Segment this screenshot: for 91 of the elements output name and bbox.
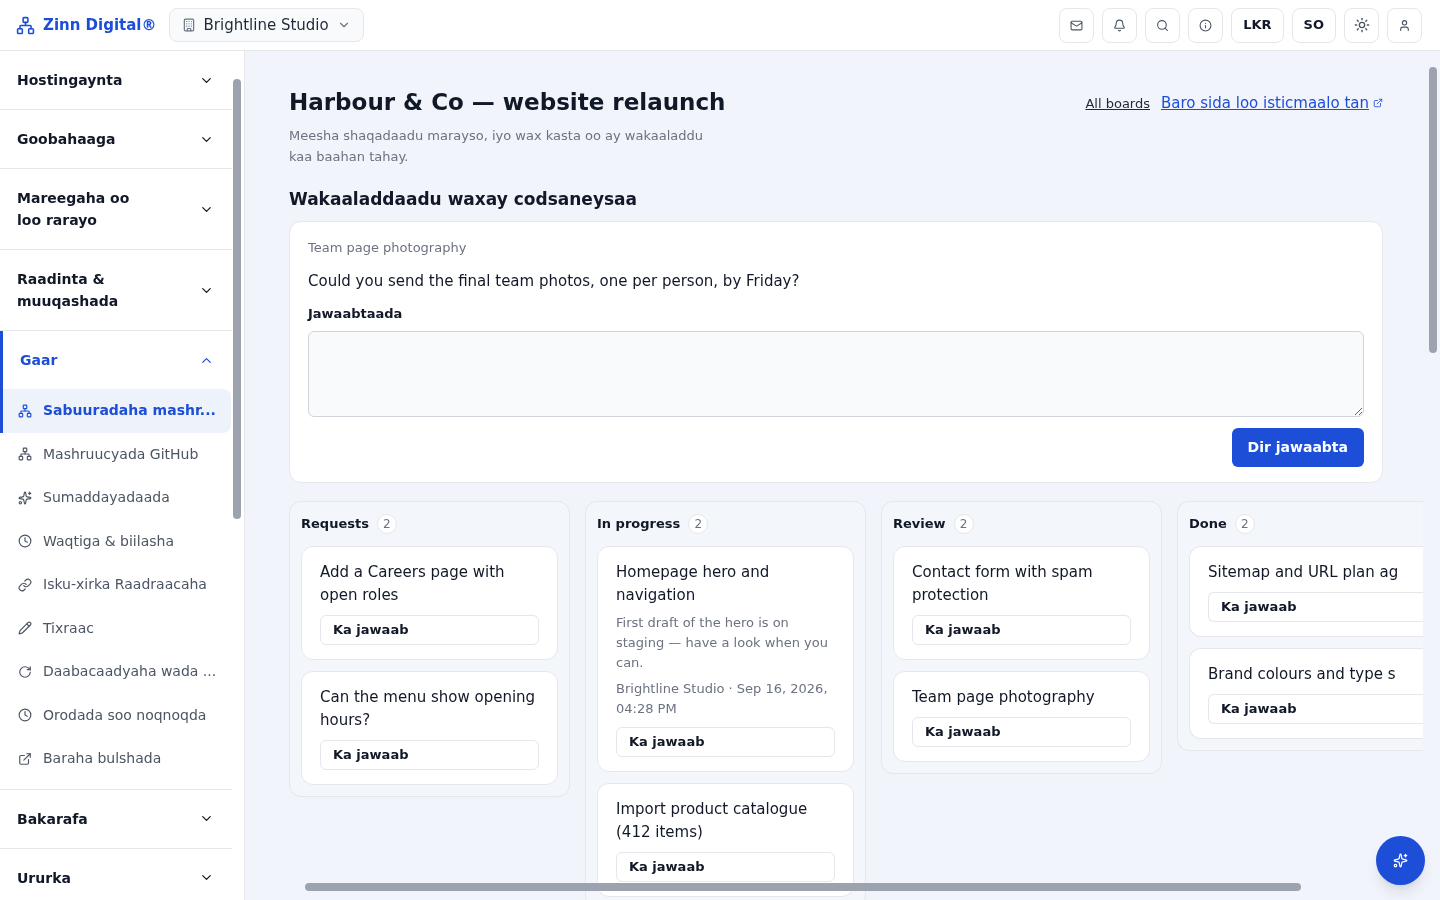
sidebar-item[interactable]: Isku-xirka Raadraacaha: [0, 563, 232, 607]
header-toggle[interactable]: LKR: [1231, 7, 1284, 43]
pencil-icon: [18, 621, 32, 636]
reply-button[interactable]: Ka jawaab: [320, 740, 539, 770]
search-button[interactable]: [1145, 7, 1181, 43]
info-icon: [1199, 18, 1213, 32]
column-title: Review: [893, 515, 946, 534]
column-title: Requests: [301, 515, 369, 534]
sidebar-item[interactable]: Daabacaadyaha wada ...: [0, 650, 232, 694]
vertical-scrollbar[interactable]: [1429, 67, 1437, 353]
external-link-icon: [18, 751, 32, 766]
reply-button[interactable]: Ka jawaab: [1208, 592, 1423, 622]
task-card[interactable]: Sitemap and URL plan ag Ka jawaab: [1189, 546, 1423, 637]
horizontal-scrollbar[interactable]: [305, 883, 1301, 891]
reply-button[interactable]: Ka jawaab: [320, 615, 539, 645]
card-title: Sitemap and URL plan ag: [1208, 562, 1400, 583]
sidebar-section[interactable]: Mareegaha oo loo rarayo: [0, 169, 232, 249]
reply-button[interactable]: Ka jawaab: [1208, 694, 1423, 724]
card-title: Brand colours and type s: [1208, 664, 1397, 685]
card-title: Team page photography: [912, 687, 1096, 708]
column-count: 2: [953, 514, 974, 534]
external-link-icon: [1373, 98, 1383, 109]
header-toggle[interactable]: SO: [1291, 7, 1336, 43]
card-title: Can the menu show opening hours?: [320, 687, 537, 731]
reply-button[interactable]: Ka jawaab: [912, 615, 1131, 645]
page-subtitle: Meesha shaqadaadu marayso, iyo wax kasta oo ay wakaaladdu kaa baahan tahay.: [289, 127, 704, 166]
network-icon: [18, 447, 32, 462]
sidebar-item[interactable]: Tixraac: [0, 606, 232, 650]
account-button[interactable]: [1387, 7, 1422, 43]
task-card[interactable]: Homepage hero and navigation First draft of the hero is on staging — have a look when you can. Brightline Studio · Sep 16, 2026, 04:28 PM Ka jawaab: [597, 546, 854, 772]
help-link[interactable]: Baro sida loo isticmaalo tan: [1161, 92, 1383, 115]
column-count: 2: [376, 514, 397, 534]
info-button[interactable]: [1188, 7, 1224, 43]
search-icon: [1156, 18, 1170, 32]
column-title: In progress: [597, 515, 681, 534]
reply-button[interactable]: Ka jawaab: [616, 727, 835, 757]
column-title: Done: [1189, 515, 1227, 534]
mail-button[interactable]: [1059, 7, 1095, 43]
card-title: Homepage hero and navigation: [616, 562, 771, 606]
all-boards-link[interactable]: All boards: [1085, 93, 1150, 113]
send-reply-button[interactable]: Dir jawaabta: [1231, 428, 1364, 467]
sun-icon: [1353, 17, 1370, 33]
card-title: Contact form with spam protection: [912, 562, 1094, 606]
card-title: Import product catalogue (412 items): [616, 799, 809, 843]
building-icon: [181, 18, 196, 32]
network-icon: [18, 403, 32, 418]
link-icon: [18, 577, 32, 592]
task-card[interactable]: Add a Careers page with open roles Ka jawaab: [301, 546, 558, 660]
section-heading: Wakaaladdaadu waxay codsaneysaa: [289, 188, 639, 211]
card-text: First draft of the hero is on staging — have a look when you can.: [616, 614, 829, 672]
task-card[interactable]: Team page photography Ka jawaab: [893, 671, 1150, 762]
reply-button[interactable]: Ka jawaab: [912, 717, 1131, 747]
clock-icon: [18, 708, 32, 723]
brand-name[interactable]: Zinn Digital®: [43, 13, 157, 37]
mail-icon: [1070, 18, 1084, 32]
sidebar-item[interactable]: Mashruucyada GitHub: [0, 432, 232, 476]
answer-field[interactable]: [308, 331, 1364, 417]
assistant-button[interactable]: [1376, 836, 1425, 885]
sidebar-section[interactable]: Ururka: [0, 848, 232, 900]
theme-button[interactable]: [1344, 7, 1379, 43]
task-card[interactable]: Can the menu show opening hours? Ka jawaab: [301, 671, 558, 785]
logo-icon: [16, 15, 35, 35]
sidebar-item[interactable]: Orodada soo noqnoqda: [0, 693, 232, 737]
task-card[interactable]: Brand colours and type s Ka jawaab: [1189, 648, 1423, 739]
request-question: Could you send the final team photos, one per person, by Friday?: [308, 271, 801, 292]
request-topic: Team page photography: [308, 238, 468, 257]
task-card[interactable]: Import product catalogue (412 items) Ka jawaab: [597, 783, 854, 897]
refresh-icon: [18, 664, 32, 679]
sidebar-item[interactable]: Sumaddayadaada: [0, 476, 232, 520]
page-title: Harbour & Co — website relaunch: [289, 88, 727, 117]
sparkles-icon: [18, 490, 32, 505]
card-title: Add a Careers page with open roles: [320, 562, 506, 606]
sidebar-item[interactable]: Waqtiga & biilasha: [0, 519, 232, 563]
card-meta: Brightline Studio · Sep 16, 2026, 04:28 PM: [616, 680, 829, 718]
scrollbar[interactable]: [233, 79, 241, 519]
reply-button[interactable]: Ka jawaab: [616, 852, 835, 882]
notifications-button[interactable]: [1102, 7, 1138, 43]
sidebar-section[interactable]: Goobahaaga: [0, 110, 232, 168]
column-count: 2: [1234, 514, 1255, 534]
workspace-dropdown[interactable]: Brightline Studio: [168, 8, 364, 42]
answer-label: Jawaabtaada: [308, 304, 404, 323]
clock-icon: [18, 534, 32, 549]
sidebar-section[interactable]: Bakarafa: [0, 789, 232, 848]
column-count: 2: [688, 514, 709, 534]
sidebar-item[interactable]: Baraha bulshada: [0, 737, 232, 781]
sparkles-icon: [1393, 853, 1408, 868]
sidebar-section[interactable]: Hostingaynta: [0, 51, 232, 109]
task-card[interactable]: Contact form with spam protection Ka jawaab: [893, 546, 1150, 660]
notifications-icon: [1113, 18, 1127, 32]
sidebar-section[interactable]: Raadinta & muuqashada: [0, 250, 232, 330]
user-icon: [1398, 18, 1411, 32]
